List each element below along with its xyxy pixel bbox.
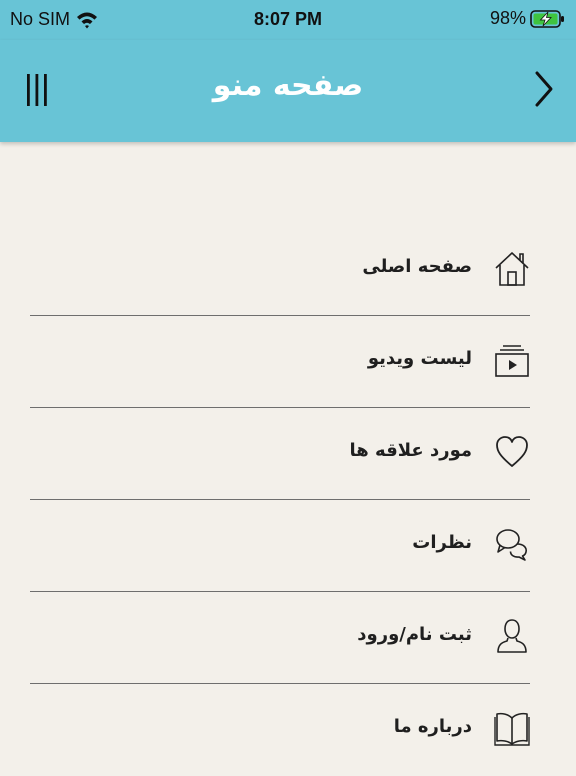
menu-item-home[interactable]: صفحه اصلی — [0, 224, 576, 316]
menu-item-label: لیست ویدیو — [367, 348, 472, 369]
menu-item-label: ثبت نام/ورود — [357, 624, 472, 645]
side-menu: صفحه اصلی لیست ویدیو مورد علاقه ها نظرات — [0, 224, 576, 776]
home-icon — [495, 252, 529, 286]
status-bar: No SIM 8:07 PM 98% — [0, 0, 576, 40]
menu-item-label: صفحه اصلی — [362, 256, 472, 277]
heart-icon — [496, 436, 528, 467]
menu-item-favorites[interactable]: مورد علاقه ها — [0, 408, 576, 500]
nav-bar: صفحه منو — [0, 40, 576, 142]
battery-charging-icon — [530, 9, 564, 28]
page-title: صفحه منو — [212, 68, 364, 103]
chevron-right-icon[interactable] — [534, 70, 554, 112]
status-right: 98% — [490, 8, 566, 29]
menu-item-comments[interactable]: نظرات — [0, 500, 576, 592]
menu-item-signup-login[interactable]: ثبت نام/ورود — [0, 592, 576, 684]
menu-item-video-list[interactable]: لیست ویدیو — [0, 316, 576, 408]
book-icon — [494, 712, 530, 746]
menu-item-label: نظرات — [412, 532, 472, 553]
menu-item-label: مورد علاقه ها — [349, 440, 472, 461]
menu-item-label: درباره ما — [393, 716, 472, 737]
video-list-icon — [495, 345, 529, 377]
user-icon — [497, 619, 527, 653]
comments-icon — [496, 529, 527, 561]
menu-item-about-us[interactable]: درباره ما — [0, 684, 576, 776]
battery-percent: 98% — [489, 8, 526, 28]
